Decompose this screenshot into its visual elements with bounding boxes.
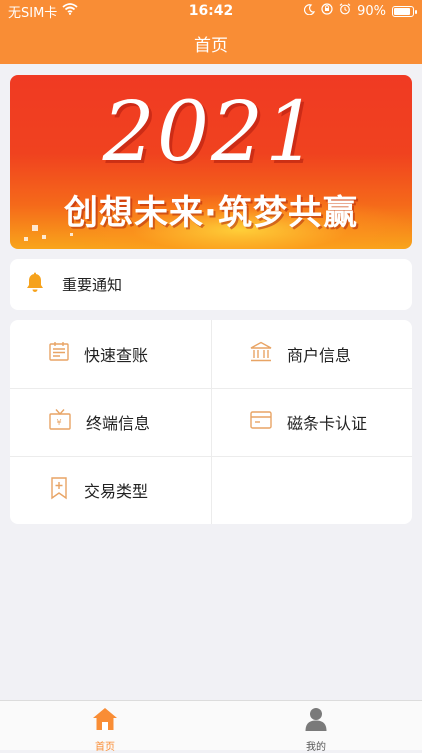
bookmark-plus-icon	[48, 476, 70, 504]
banner-decoration	[42, 235, 46, 239]
banner-slogan: 创想未来·筑梦共赢	[64, 193, 358, 233]
card-icon	[249, 410, 273, 434]
banner-year: 2021	[102, 85, 320, 180]
menu-item-quick-ledger[interactable]: 快速查账	[10, 320, 211, 388]
tab-label: 我的	[306, 742, 326, 753]
tab-mine[interactable]: 我的	[286, 707, 346, 753]
notice-bar[interactable]: 重要通知	[10, 259, 412, 310]
bank-icon	[249, 341, 273, 367]
page-title: 首页	[194, 35, 228, 56]
menu-item-label: 快速查账	[84, 346, 149, 365]
menu-item-merchant-info[interactable]: 商户信息	[211, 320, 412, 388]
menu-item-label: 磁条卡认证	[287, 414, 368, 433]
menu-item-label: 交易类型	[84, 482, 149, 501]
svg-text:¥: ¥	[57, 418, 62, 427]
carrier-label: 无SIM卡	[8, 5, 58, 21]
wifi-icon	[62, 3, 78, 19]
banner-decoration	[24, 237, 28, 241]
orientation-lock-icon	[321, 3, 333, 19]
battery-icon	[392, 5, 417, 17]
status-bar: 无SIM卡 16:42 90%	[0, 0, 422, 22]
moon-icon	[304, 3, 316, 19]
alarm-icon	[339, 3, 351, 19]
bell-icon	[24, 272, 46, 298]
terminal-icon: ¥	[48, 408, 72, 436]
menu-item-transaction-type[interactable]: 交易类型	[10, 456, 211, 524]
menu-item-label: 商户信息	[287, 346, 352, 365]
function-grid: 快速查账 商户信息 ¥ 终端信息 磁条卡认证 交易类型	[10, 320, 412, 524]
tab-home[interactable]: 首页	[75, 707, 135, 753]
status-time: 16:42	[188, 3, 234, 19]
menu-item-terminal-info[interactable]: ¥ 终端信息	[10, 388, 211, 456]
tab-label: 首页	[95, 742, 115, 753]
tab-bar: 首页 我的	[0, 700, 422, 753]
home-icon	[92, 707, 118, 735]
battery-percent: 90%	[357, 3, 386, 19]
nav-bar: 首页	[0, 22, 422, 64]
ledger-icon	[48, 341, 70, 367]
user-icon	[304, 707, 328, 735]
promo-banner[interactable]: 2021 创想未来·筑梦共赢	[10, 75, 412, 249]
menu-item-magstripe-auth[interactable]: 磁条卡认证	[211, 388, 412, 456]
notice-label: 重要通知	[62, 276, 123, 294]
menu-item-label: 终端信息	[86, 414, 151, 433]
